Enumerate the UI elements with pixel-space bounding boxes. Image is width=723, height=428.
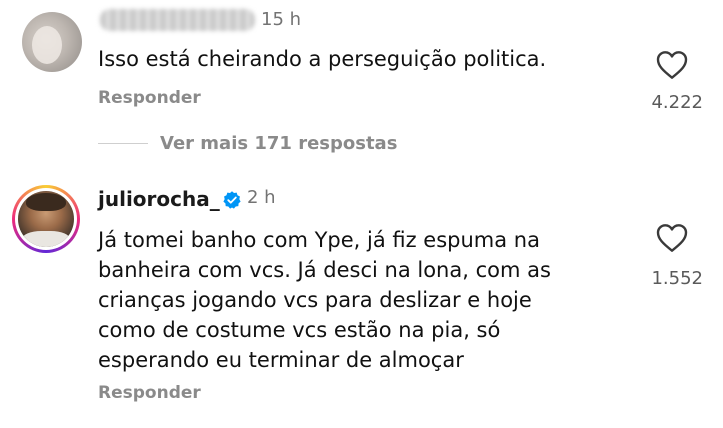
like-count: 1.552 [651, 268, 703, 289]
comment-username[interactable]: juliorocha_ [98, 187, 220, 211]
avatar-image [18, 191, 74, 247]
comment-timestamp: 15 h [261, 9, 302, 30]
redacted-username [100, 9, 255, 31]
avatar[interactable] [22, 12, 82, 72]
comment-text: Isso está cheirando a perseguição politi… [98, 47, 547, 71]
like-count: 4.222 [651, 92, 703, 113]
avatar[interactable] [12, 185, 80, 253]
view-more-replies-label: Ver mais 171 respostas [160, 132, 398, 154]
avatar-image [32, 26, 62, 64]
divider-line [98, 142, 148, 144]
reply-button[interactable]: Responder [98, 88, 201, 108]
view-more-replies-button[interactable]: Ver mais 171 respostas [98, 130, 397, 156]
comment-item: 15 h Isso está cheirando a perseguição p… [0, 0, 723, 120]
reply-button[interactable]: Responder [98, 383, 201, 403]
comment-timestamp: 2 h [247, 187, 276, 208]
verified-badge-icon [223, 191, 241, 209]
comment-item: juliorocha_ 2 h Já tomei banho com Ype, … [0, 165, 723, 428]
heart-outline-icon[interactable] [656, 50, 688, 80]
comment-text: Já tomei banho com Ype, já fiz espuma na… [98, 228, 551, 372]
heart-outline-icon[interactable] [656, 223, 688, 253]
